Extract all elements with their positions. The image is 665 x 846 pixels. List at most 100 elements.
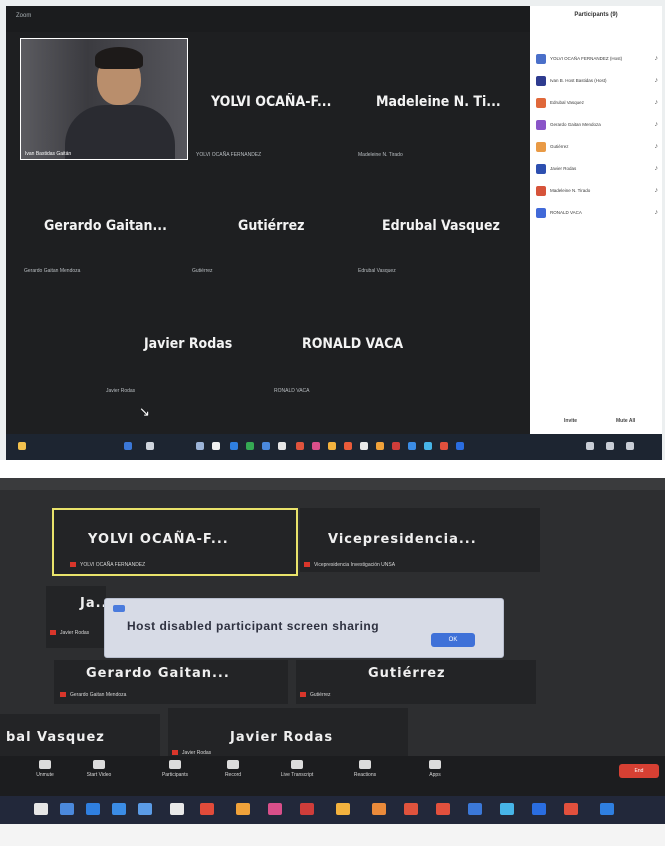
taskbar-app-icon[interactable] xyxy=(236,803,250,815)
taskbar-app-icon[interactable] xyxy=(344,442,352,450)
participant-tile-vicepresidencia[interactable]: Vicepresidencia... Vicepresidencia Inves… xyxy=(300,508,540,572)
taskbar-app-icon[interactable] xyxy=(404,803,418,815)
participant-row[interactable]: Gutiérrez ♪ xyxy=(536,142,658,154)
taskbar-app-icon[interactable] xyxy=(436,803,450,815)
mic-icon[interactable]: ♪ xyxy=(655,99,659,106)
mic-muted-icon xyxy=(172,750,178,756)
participant-row[interactable]: Edrubal Vasquez ♪ xyxy=(536,98,658,110)
edge-icon[interactable] xyxy=(86,803,100,815)
participant-avatar xyxy=(536,208,546,218)
window-top-bar: Zoom xyxy=(6,6,534,32)
reactions-button[interactable]: Reactions xyxy=(340,760,390,778)
taskbar-app-icon[interactable] xyxy=(196,442,204,450)
wifi-icon[interactable] xyxy=(606,442,614,450)
tile-label: Javier Rodas xyxy=(144,336,233,352)
tile-sub-name: Javier Rodas xyxy=(50,630,89,636)
mic-icon[interactable]: ♪ xyxy=(655,209,659,216)
invite-button[interactable]: Invite xyxy=(564,418,577,424)
mic-icon[interactable]: ♪ xyxy=(655,121,659,128)
mic-muted-icon xyxy=(304,562,310,568)
zoom-meeting-window-2: YOLVI OCAÑA-F... YOLVI OCAÑA FERNANDEZ V… xyxy=(0,478,665,824)
tile-label: bal Vasquez xyxy=(6,730,105,745)
participant-avatar xyxy=(536,120,546,130)
weather-icon[interactable] xyxy=(18,442,26,450)
participant-tile-partial[interactable]: Ja... Javier Rodas xyxy=(46,586,112,648)
clock-icon[interactable] xyxy=(626,442,634,450)
participant-hair xyxy=(95,47,143,69)
taskbar-app-icon[interactable] xyxy=(138,803,152,815)
participant-row[interactable]: YOLVI OCAÑA FERNANDEZ (Host) ♪ xyxy=(536,54,658,66)
zoom-icon[interactable] xyxy=(532,803,546,815)
taskbar-app-icon[interactable] xyxy=(564,803,578,815)
participant-tile-yolvi[interactable]: YOLVI OCAÑA-F... YOLVI OCAÑA FERNANDEZ xyxy=(52,508,298,576)
mute-all-button[interactable]: Mute All xyxy=(616,418,635,424)
participant-tile-gerardo[interactable]: Gerardo Gaitan... Gerardo Gaitan Mendoza xyxy=(54,660,288,704)
taskbar-app-icon[interactable] xyxy=(336,803,350,815)
taskbar-app-icon[interactable] xyxy=(600,803,614,815)
participant-row[interactable]: Gerardo Gaitan Mendoza ♪ xyxy=(536,120,658,132)
apps-icon xyxy=(429,760,441,769)
taskbar-app-icon[interactable] xyxy=(372,803,386,815)
taskbar-app-icon[interactable] xyxy=(424,442,432,450)
mic-icon[interactable]: ♪ xyxy=(655,143,659,150)
system-tray-icon[interactable] xyxy=(586,442,594,450)
taskbar-app-icon[interactable] xyxy=(296,442,304,450)
participant-tile-javier[interactable]: Javier Rodas Javier Rodas xyxy=(168,708,408,758)
participant-name: Gutiérrez xyxy=(550,144,569,149)
taskbar-app-icon[interactable] xyxy=(440,442,448,450)
unmute-button[interactable]: Unmute xyxy=(20,760,70,778)
tile-label: Gerardo Gaitan... xyxy=(86,666,230,681)
cc-icon xyxy=(291,760,303,769)
edge-icon[interactable] xyxy=(230,442,238,450)
end-meeting-button[interactable]: End xyxy=(619,764,659,778)
participants-button[interactable]: Participants xyxy=(150,760,200,778)
participants-panel-title: Participants (9) xyxy=(574,12,618,18)
taskbar-app-icon[interactable] xyxy=(300,803,314,815)
participant-tile-edrubal[interactable]: bal Vasquez xyxy=(0,714,160,758)
ok-button[interactable]: OK xyxy=(431,633,475,647)
taskbar-app-icon[interactable] xyxy=(328,442,336,450)
taskbar-app-icon[interactable] xyxy=(312,442,320,450)
participant-row[interactable]: RONALD VACA ♪ xyxy=(536,208,658,220)
tile-label: Vicepresidencia... xyxy=(328,532,477,547)
active-video-tile[interactable]: Ivan Bastidas Gaitán xyxy=(20,38,188,160)
start-icon[interactable] xyxy=(34,803,48,815)
record-button[interactable]: Record xyxy=(208,760,258,778)
mic-icon[interactable]: ♪ xyxy=(655,165,659,172)
start-icon[interactable] xyxy=(124,442,132,450)
taskbar-app-icon[interactable] xyxy=(360,442,368,450)
taskbar-app-icon[interactable] xyxy=(268,803,282,815)
live-transcript-button[interactable]: Live Transcript xyxy=(272,760,322,778)
tile-label: Edrubal Vasquez xyxy=(382,218,500,234)
taskbar-app-icon[interactable] xyxy=(278,442,286,450)
taskbar-app-icon[interactable] xyxy=(112,803,126,815)
tile-sub-name: Gutiérrez xyxy=(192,268,213,274)
participant-row[interactable]: Javier Rodas ♪ xyxy=(536,164,658,176)
mic-icon[interactable]: ♪ xyxy=(655,55,659,62)
tile-label: Gerardo Gaitan... xyxy=(44,218,167,234)
taskbar-app-icon[interactable] xyxy=(262,442,270,450)
taskbar-app-icon[interactable] xyxy=(200,803,214,815)
tile-sub-name: YOLVI OCAÑA FERNANDEZ xyxy=(196,152,262,158)
taskbar-app-icon[interactable] xyxy=(468,803,482,815)
participant-name: Ivan B. Host Bastidas (Host) xyxy=(550,78,607,83)
taskbar-app-icon[interactable] xyxy=(408,442,416,450)
control-label: Participants xyxy=(161,772,189,778)
taskbar-app-icon[interactable] xyxy=(170,803,184,815)
start-video-button[interactable]: Start Video xyxy=(74,760,124,778)
mic-icon[interactable]: ♪ xyxy=(655,77,659,84)
taskbar-app-icon[interactable] xyxy=(376,442,384,450)
taskbar-app-icon[interactable] xyxy=(392,442,400,450)
chrome-icon[interactable] xyxy=(246,442,254,450)
taskbar-app-icon[interactable] xyxy=(60,803,74,815)
participant-name: RONALD VACA xyxy=(550,210,582,215)
participant-row[interactable]: Ivan B. Host Bastidas (Host) ♪ xyxy=(536,76,658,88)
search-icon[interactable] xyxy=(146,442,154,450)
mic-icon[interactable]: ♪ xyxy=(655,187,659,194)
participant-tile-gutierrez[interactable]: Gutiérrez Gutiérrez xyxy=(296,660,536,704)
taskbar-app-icon[interactable] xyxy=(500,803,514,815)
zoom-icon[interactable] xyxy=(456,442,464,450)
taskbar-app-icon[interactable] xyxy=(212,442,220,450)
participant-row[interactable]: Madeleine N. Tirado ♪ xyxy=(536,186,658,198)
apps-button[interactable]: Apps xyxy=(410,760,460,778)
